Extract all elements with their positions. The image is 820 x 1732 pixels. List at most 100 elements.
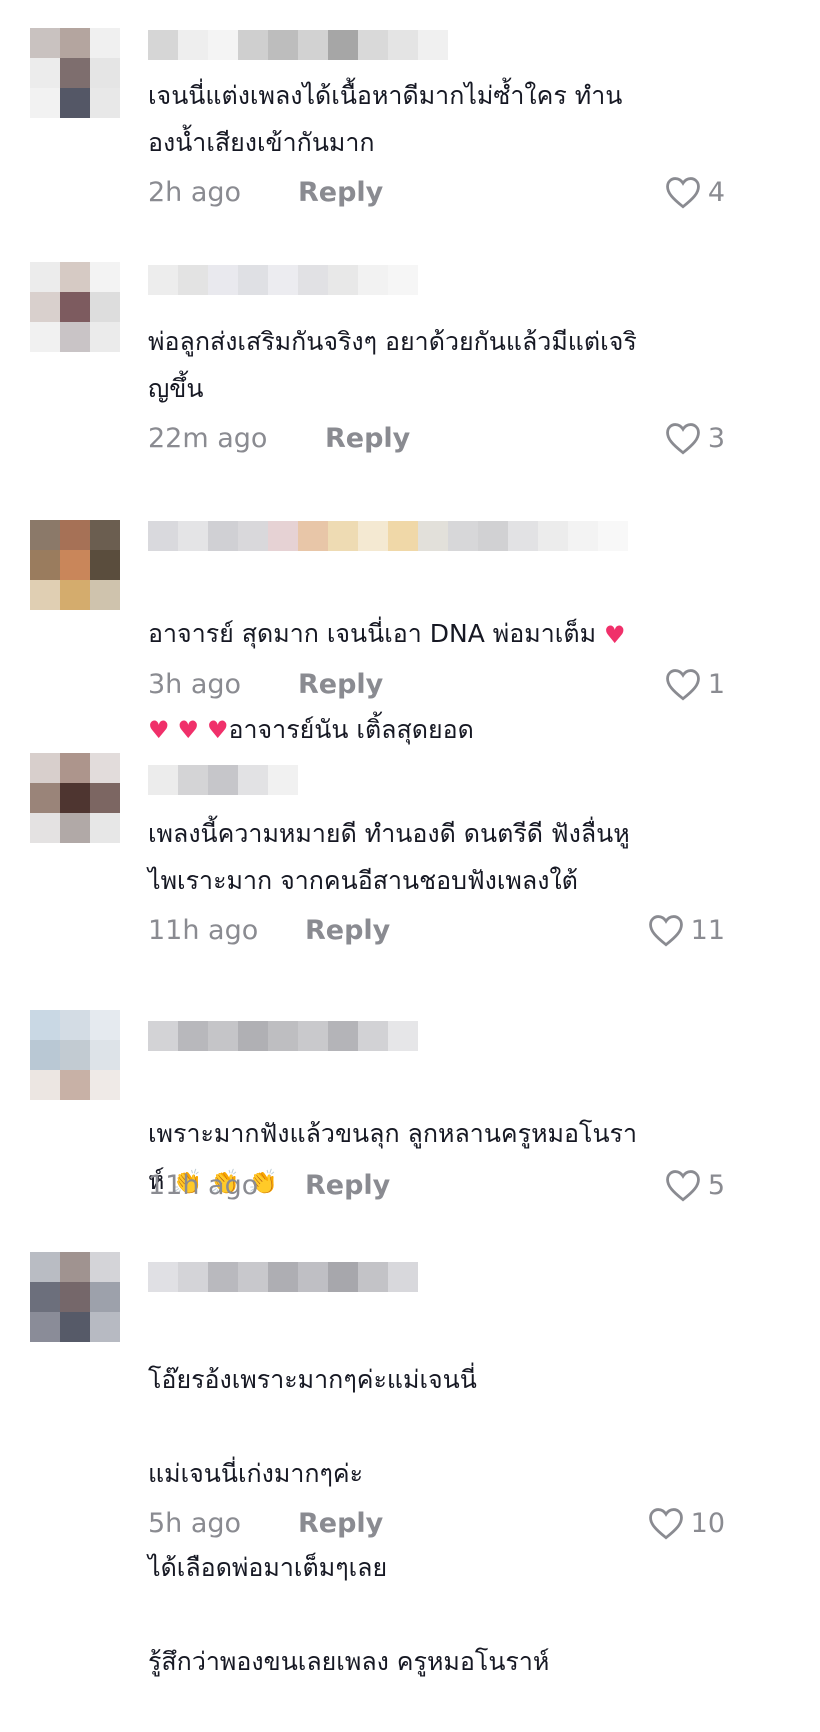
heart-emoji-icon: ♥ (177, 716, 199, 744)
avatar-pixel (90, 1070, 120, 1100)
avatar[interactable] (30, 1252, 120, 1342)
heart-outline-icon (648, 915, 683, 947)
username-pixel (148, 1262, 178, 1292)
avatar-pixel (90, 520, 120, 550)
username-pixel (298, 30, 328, 60)
like-button[interactable]: 11 (647, 913, 725, 947)
avatar-pixel (90, 58, 120, 88)
comment-time: 5h ago (148, 1507, 242, 1539)
avatar-pixel (90, 1040, 120, 1070)
avatar-pixel (60, 1010, 90, 1040)
comment-time: 22m ago (148, 422, 268, 454)
avatar[interactable] (30, 520, 120, 610)
username-pixel (418, 30, 448, 60)
avatar-pixel (30, 580, 60, 610)
avatar-pixel (60, 88, 90, 118)
avatar-pixel (60, 813, 90, 843)
avatar[interactable] (30, 753, 120, 843)
avatar-pixel (30, 1312, 60, 1342)
like-count: 4 (707, 176, 725, 208)
username-pixel (268, 1021, 298, 1051)
avatar[interactable] (30, 28, 120, 118)
username-pixel (388, 265, 418, 295)
username-pixel (418, 521, 448, 551)
username-blurred[interactable] (148, 521, 628, 551)
username-pixel (508, 521, 538, 551)
username-pixel (178, 1262, 208, 1292)
reply-button[interactable]: Reply (298, 1508, 383, 1539)
like-button[interactable]: 1 (664, 667, 725, 701)
avatar-pixel (90, 783, 120, 813)
username-pixel (208, 521, 238, 551)
username-pixel (388, 1262, 418, 1292)
username-pixel (358, 1021, 388, 1051)
avatar[interactable] (30, 262, 120, 352)
username-blurred[interactable] (148, 1262, 418, 1292)
username-pixel (238, 265, 268, 295)
username-pixel (358, 265, 388, 295)
username-pixel (388, 521, 418, 551)
reply-button[interactable]: Reply (298, 669, 383, 700)
avatar-pixel (30, 550, 60, 580)
username-pixel (328, 1021, 358, 1051)
username-blurred[interactable] (148, 1021, 418, 1051)
username-pixel (148, 30, 178, 60)
heart-outline-icon (665, 423, 700, 455)
username-pixel (238, 30, 268, 60)
username-pixel (208, 265, 238, 295)
comment-meta: 11h ago Reply 11 (148, 910, 725, 950)
comment-text-line-2: อาจารย์นัน เติ้ลสุดยอด (228, 714, 474, 744)
avatar-pixel (30, 262, 60, 292)
username-pixel (208, 1262, 238, 1292)
username-pixel (298, 1021, 328, 1051)
reply-button[interactable]: Reply (325, 423, 410, 454)
avatar-pixel (60, 322, 90, 352)
avatar-pixel (90, 88, 120, 118)
comment-meta: 5h ago Reply 10 (148, 1503, 725, 1543)
avatar-pixel (90, 1312, 120, 1342)
avatar-pixel (90, 1010, 120, 1040)
reply-button[interactable]: Reply (298, 177, 383, 208)
username-blurred[interactable] (148, 265, 448, 295)
username-pixel (298, 521, 328, 551)
like-count: 5 (707, 1169, 725, 1201)
avatar-pixel (30, 783, 60, 813)
comment-text-line-1: อาจารย์ สุดมาก เจนนี่เอา DNA พ่อมาเต็ม (148, 619, 604, 648)
avatar-pixel (30, 28, 60, 58)
username-blurred[interactable] (148, 30, 448, 60)
comment-time: 11h ago (148, 1169, 259, 1201)
username-pixel (208, 1021, 238, 1051)
like-count: 11 (690, 914, 725, 946)
avatar-pixel (30, 1282, 60, 1312)
comment-line: โอ๊ยรอ้งเพราะมากๆค่ะแม่เจนนี่ (148, 1365, 477, 1394)
username-pixel (238, 1021, 268, 1051)
like-button[interactable]: 5 (664, 1168, 725, 1202)
comment-line: ได้เลือดพ่อมาเต็มๆเลย (148, 1553, 388, 1582)
reply-button[interactable]: Reply (305, 1170, 390, 1201)
heart-emoji-icon: ♥ (206, 716, 229, 744)
username-pixel (358, 30, 388, 60)
heart-outline-icon (648, 1508, 683, 1540)
username-pixel (268, 521, 298, 551)
like-button[interactable]: 10 (647, 1506, 725, 1540)
username-pixel (238, 765, 268, 795)
heart-emoji-icon: ♥ (148, 716, 170, 744)
avatar-pixel (60, 1252, 90, 1282)
avatar-pixel (30, 322, 60, 352)
avatar[interactable] (30, 1010, 120, 1100)
username-pixel (178, 765, 208, 795)
avatar-pixel (90, 322, 120, 352)
reply-button[interactable]: Reply (305, 915, 390, 946)
avatar-pixel (90, 1282, 120, 1312)
avatar-pixel (90, 28, 120, 58)
username-pixel (178, 265, 208, 295)
like-button[interactable]: 4 (664, 175, 725, 209)
avatar-pixel (90, 753, 120, 783)
username-blurred[interactable] (148, 765, 298, 795)
username-pixel (178, 521, 208, 551)
avatar-pixel (90, 580, 120, 610)
like-button[interactable]: 3 (664, 421, 725, 455)
username-pixel (568, 521, 598, 551)
like-count: 3 (707, 422, 725, 454)
avatar-pixel (30, 753, 60, 783)
